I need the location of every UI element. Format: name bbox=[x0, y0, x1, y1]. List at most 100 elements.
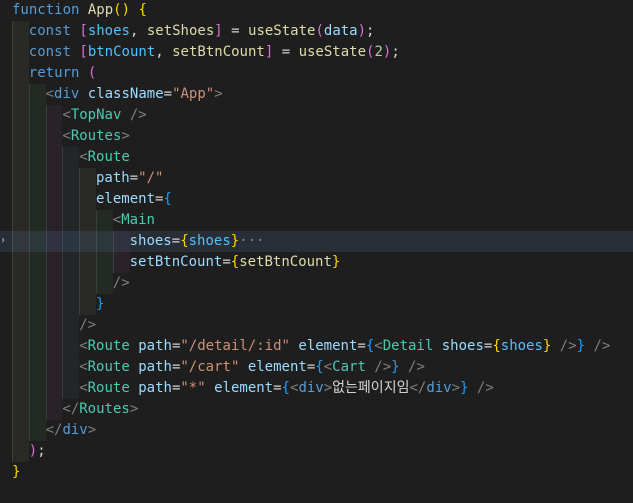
code-token: [ bbox=[79, 23, 88, 39]
indent-guide bbox=[12, 126, 29, 147]
indent-guide bbox=[45, 105, 63, 126]
code-token: < bbox=[112, 212, 122, 228]
code-line[interactable]: } bbox=[0, 462, 633, 483]
code-line[interactable]: <div className="App"> bbox=[0, 84, 633, 105]
code-token: ; bbox=[366, 23, 375, 39]
code-token: "*" bbox=[180, 380, 206, 396]
code-token: < bbox=[79, 338, 88, 354]
indent-guide bbox=[28, 105, 46, 126]
code-token: ; bbox=[37, 443, 46, 459]
code-token: /> bbox=[121, 107, 147, 123]
indent-guide bbox=[45, 315, 63, 336]
code-line[interactable]: <Route path="*" element={<div>없는페이지임</di… bbox=[0, 378, 633, 399]
code-text: shoes={shoes}··· bbox=[130, 231, 265, 252]
code-token: Detail bbox=[382, 338, 434, 354]
code-line[interactable]: ); bbox=[0, 441, 633, 462]
code-line[interactable]: element={ bbox=[0, 189, 633, 210]
code-line[interactable]: /> bbox=[0, 315, 633, 336]
code-token: Routes bbox=[70, 128, 122, 144]
fold-chevron-icon[interactable]: › bbox=[0, 235, 8, 247]
code-token: element bbox=[96, 191, 156, 207]
indent-guide bbox=[45, 378, 63, 399]
code-token: Main bbox=[121, 212, 155, 228]
code-line[interactable]: <Routes> bbox=[0, 126, 633, 147]
indent-guide bbox=[45, 231, 63, 252]
indent-guide bbox=[28, 273, 46, 294]
code-token: = bbox=[357, 338, 366, 354]
indent-guide bbox=[45, 252, 63, 273]
indent-guide bbox=[45, 336, 63, 357]
code-token: setShoes bbox=[146, 23, 215, 39]
indent-guide bbox=[96, 210, 113, 231]
code-line[interactable]: function App() { bbox=[0, 0, 633, 21]
code-token: 없는페이지임 bbox=[332, 380, 410, 396]
indent-guide bbox=[62, 357, 80, 378]
code-line[interactable]: } bbox=[0, 294, 633, 315]
code-token: > bbox=[121, 128, 130, 144]
code-text: <Route path="*" element={<div>없는페이지임</di… bbox=[79, 378, 494, 399]
indent-guide bbox=[62, 378, 80, 399]
code-token: const bbox=[28, 23, 71, 39]
indent-guide bbox=[12, 231, 29, 252]
code-token: shoes bbox=[129, 233, 172, 249]
code-token: > bbox=[129, 401, 139, 417]
code-line[interactable]: const [shoes, setShoes] = useState(data)… bbox=[0, 21, 633, 42]
code-text: <Route path="/cart" element={<Cart />} /… bbox=[79, 357, 425, 378]
indent-guide bbox=[28, 399, 46, 420]
code-line[interactable]: <Route path="/cart" element={<Cart />} /… bbox=[0, 357, 633, 378]
code-line[interactable]: <Main bbox=[0, 210, 633, 231]
code-line[interactable]: <TopNav /> bbox=[0, 105, 633, 126]
code-token: 2 bbox=[374, 44, 383, 60]
indent-guide bbox=[28, 147, 46, 168]
code-text: </Routes> bbox=[62, 399, 138, 420]
indent-guide bbox=[12, 273, 29, 294]
code-token: > bbox=[451, 380, 461, 396]
code-text: <Routes> bbox=[62, 126, 129, 147]
code-token: shoes bbox=[87, 23, 130, 39]
indent-guide bbox=[12, 168, 29, 189]
code-token: "/cart" bbox=[180, 359, 240, 375]
code-line[interactable]: const [btnCount, setBtnCount] = useState… bbox=[0, 42, 633, 63]
code-token: /> bbox=[468, 380, 494, 396]
indent-guide bbox=[12, 294, 29, 315]
code-line[interactable]: path="/" bbox=[0, 168, 633, 189]
code-token: > bbox=[87, 422, 97, 438]
code-token: /> bbox=[365, 359, 392, 375]
code-token: /> bbox=[551, 338, 577, 354]
code-token: = bbox=[163, 86, 173, 102]
code-token: path bbox=[138, 359, 172, 375]
indent-guide bbox=[12, 315, 29, 336]
code-line[interactable]: › shoes={shoes}··· bbox=[0, 231, 633, 252]
indent-guide bbox=[12, 378, 29, 399]
code-text: return ( bbox=[29, 63, 96, 84]
code-token: () bbox=[113, 2, 131, 18]
code-token: } bbox=[12, 464, 21, 480]
code-text: <Route path="/detail/:id" element={<Deta… bbox=[79, 336, 610, 357]
code-token: Routes bbox=[79, 401, 130, 417]
code-token: "App" bbox=[172, 86, 215, 102]
code-text: <div className="App"> bbox=[46, 84, 223, 105]
code-token: "/" bbox=[138, 170, 164, 186]
indent-guide bbox=[112, 231, 130, 252]
code-editor[interactable]: function App() {const [shoes, setShoes] … bbox=[0, 0, 633, 503]
code-line[interactable]: <Route bbox=[0, 147, 633, 168]
code-token: < bbox=[79, 380, 88, 396]
code-line[interactable]: </Routes> bbox=[0, 399, 633, 420]
code-text: } bbox=[96, 294, 104, 315]
indent-guide bbox=[62, 168, 80, 189]
indent-guide bbox=[12, 210, 29, 231]
code-line[interactable]: setBtnCount={setBtnCount} bbox=[0, 252, 633, 273]
code-text: const [btnCount, setBtnCount] = useState… bbox=[29, 42, 400, 63]
code-token: = bbox=[222, 254, 231, 270]
indent-guide bbox=[79, 273, 96, 294]
code-line[interactable]: </div> bbox=[0, 420, 633, 441]
code-token: /> bbox=[585, 338, 611, 354]
indent-guide bbox=[62, 189, 80, 210]
code-line[interactable]: /> bbox=[0, 273, 633, 294]
indent-guide bbox=[28, 168, 46, 189]
code-line[interactable]: return ( bbox=[0, 63, 633, 84]
code-line[interactable]: <Route path="/detail/:id" element={<Deta… bbox=[0, 336, 633, 357]
code-token: = bbox=[273, 380, 282, 396]
